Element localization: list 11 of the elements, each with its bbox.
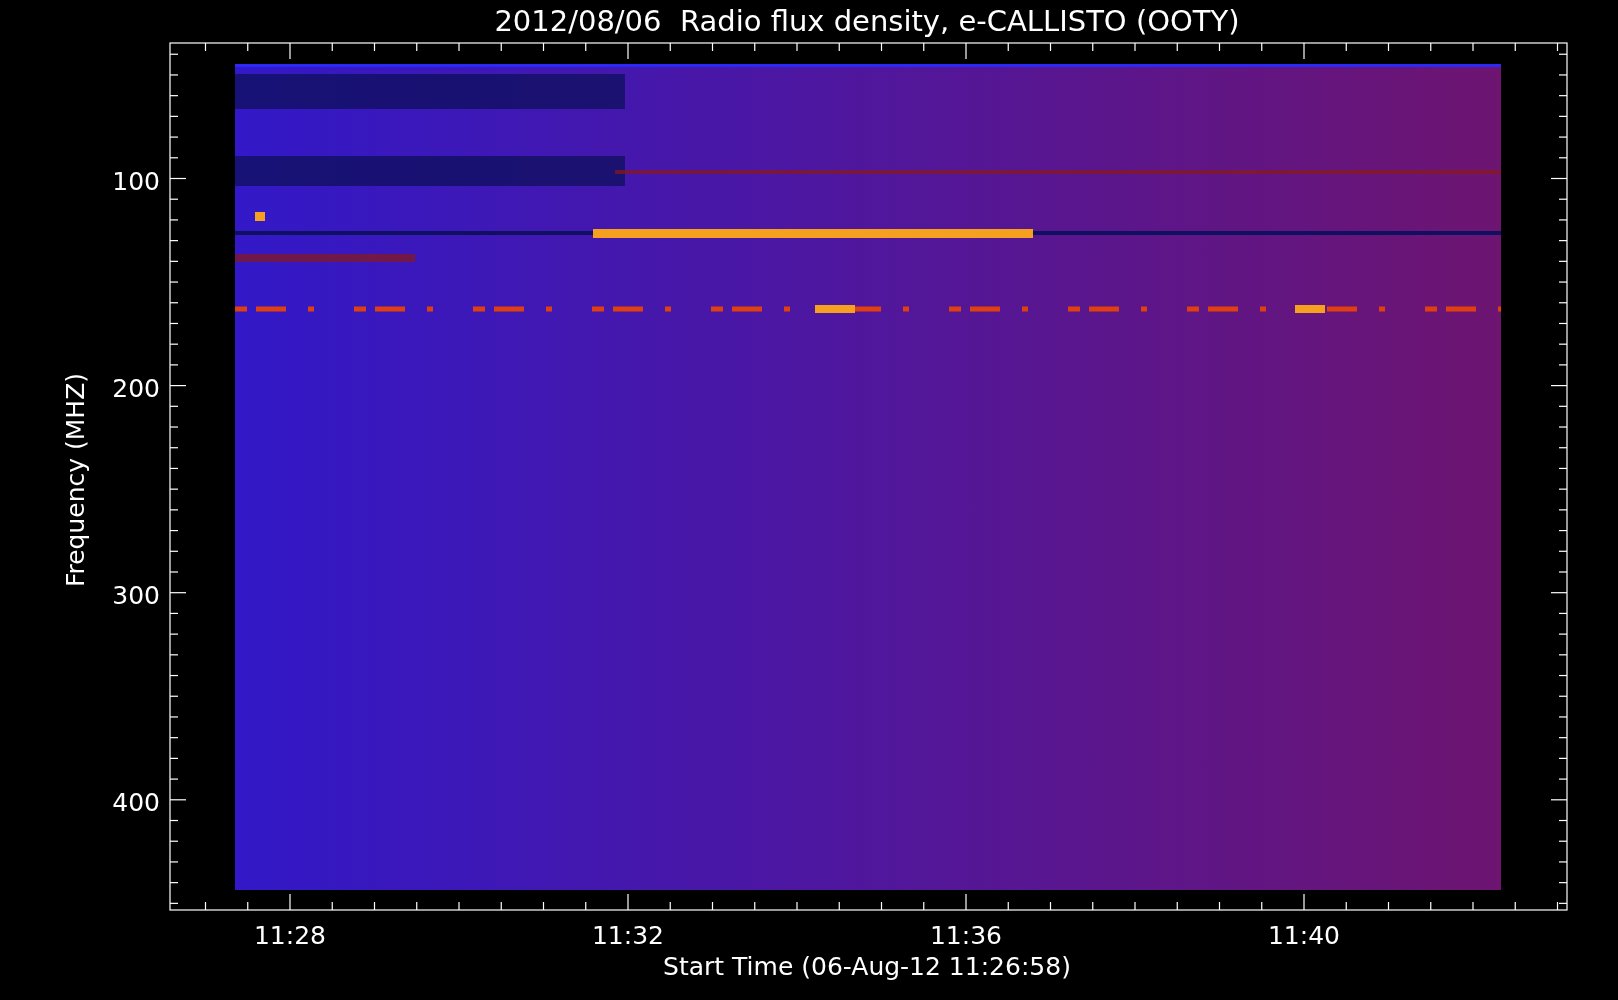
x-tick-label: 11:28 [254, 921, 326, 950]
x-tick-label: 11:40 [1268, 921, 1340, 950]
x-axis-label: Start Time (06-Aug-12 11:26:58) [663, 952, 1071, 981]
y-tick-label: 100 [112, 166, 160, 196]
chart-title: 2012/08/06 Radio flux density, e-CALLISTO (OOTY) [494, 4, 1240, 38]
y-tick-label: 400 [112, 787, 160, 817]
x-tick-label: 11:36 [930, 921, 1002, 950]
y-axis-label: Frequency (MHZ) [61, 372, 90, 588]
y-tick-label: 300 [112, 580, 160, 610]
y-tick-label: 200 [112, 373, 160, 403]
x-tick-label: 11:32 [592, 921, 664, 950]
